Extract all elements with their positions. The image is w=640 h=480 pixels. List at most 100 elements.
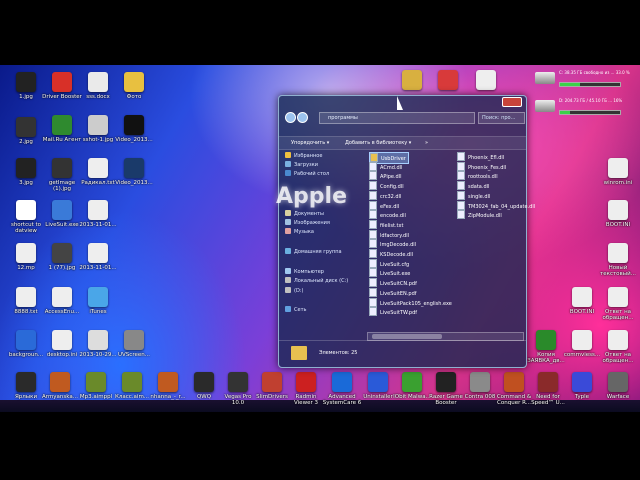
icon-label: 12.mp [17,265,35,271]
nav-item[interactable]: Рабочий стол [285,170,329,179]
file-item[interactable]: LiveSuitPack105_english.exe [369,297,452,308]
nav-item-label: (D:) [294,288,304,294]
nav-item[interactable]: Изображения [285,219,330,228]
file-item[interactable]: sdata.dll [457,181,489,191]
file-item[interactable]: crc32.dll [369,190,401,201]
icon-commview[interactable]: commviess... [562,330,602,358]
icon-uvscreen[interactable]: UVScreen... [114,330,154,358]
icon-contra-icon [470,372,490,392]
icon-2013-10-29[interactable]: 2013-10-29... [78,330,118,358]
nav-item[interactable]: Избранное [285,152,322,161]
jpg-file-3[interactable]: 3.jpg [6,158,46,186]
nav-item[interactable]: (D:) [285,287,303,296]
file-item[interactable]: ZipModule.dll [457,210,502,220]
nav-item[interactable]: Загрузки [285,161,318,170]
icon-advanced-systemcare[interactable]: Advanced SystemCare 6 [322,372,362,406]
background-folder[interactable]: backgroun... [6,330,46,358]
file-item[interactable]: roottools.dll [457,171,498,181]
icon-boot-ini-right-icon [608,200,628,220]
file-item[interactable]: LiveSuitEN.pdf [369,287,417,298]
icon-top-1[interactable] [392,70,432,92]
nav-item[interactable]: Сеть [285,306,306,315]
icon-boot-ini-2[interactable]: BOOT.INI [562,287,602,315]
icon-2013-11-01-a[interactable]: 2013-11-01... [78,200,118,228]
jpg-file-1[interactable]: 1.jpg [6,72,46,100]
shortcut-datview-icon [16,200,36,220]
icon-warface[interactable]: Warface [598,372,638,400]
icon-nhanna[interactable]: nhanna_-_r... [148,372,188,400]
address-bar[interactable]: программы [319,112,475,124]
icon-top-3-icon [476,70,496,90]
search-input[interactable]: Поиск: про... [478,112,525,124]
file-item[interactable]: LiveSuit.exe [369,268,410,278]
icon-boot-ini-right[interactable]: BOOT.INI [598,200,638,228]
icon-2013-11-01-b[interactable]: 2013-11-01... [78,243,118,271]
file-name: KSDecode.dll [380,252,413,258]
file-item[interactable]: LiveSuitTW.pdf [369,307,417,317]
icon-radmin[interactable]: Radmin Viewer 3 [286,372,326,406]
file-item[interactable]: LiveSuitCN.pdf [369,278,417,288]
icon-sshot[interactable]: sshot-1.jpg [78,115,118,143]
file-item[interactable]: Config.dll [369,181,404,191]
file-item[interactable]: Phoenix_Fes.dll [457,161,506,172]
file-item[interactable]: APipe.dll [369,171,402,181]
icon-accessenu[interactable]: AccessEnu... [42,287,82,315]
file-item[interactable]: LiveSuit.cfg [369,258,409,269]
file-item[interactable]: ImgDecode.dll [369,239,416,249]
drive-d[interactable]: D: 204.73 ГБ / 45.10 ГБ ... 16% [535,98,637,118]
nav-item[interactable]: Документы [285,210,324,219]
nav-item[interactable]: Музыка [285,228,314,237]
nav-item[interactable]: Локальный диск (C:) [285,277,348,286]
more-commands-button[interactable]: » [425,139,428,147]
file-item[interactable]: TM3024_fab_04_update.dll [457,200,535,211]
forward-button[interactable] [297,112,308,123]
icon-kopiya[interactable]: Копия ЗАЯВКА_дв... [526,330,566,364]
file-item[interactable]: filelist.txt [369,219,403,230]
icon-sss-docx[interactable]: sss.docx [78,72,118,100]
icon-label: Новый текстовый... [600,265,636,277]
icon-advanced-systemcare-icon [332,372,352,392]
icon-video-2013-b[interactable]: Video_2013... [114,158,154,186]
icon-typle[interactable]: Typle [562,372,602,400]
icon-armyanska[interactable]: Armyanska... [40,372,80,400]
icon-getimage[interactable]: getImage (1).jpg [42,158,82,192]
file-item[interactable]: eFex.dll [369,200,399,211]
icon-video-2013-a[interactable]: Video_2013... [114,115,154,143]
icon-jpg-1-77[interactable]: 1 (77).jpg [42,243,82,271]
nav-item-icon [285,287,291,293]
mp-file-12[interactable]: 12.mp [6,243,46,271]
icon-driver-booster[interactable]: Driver Booster [42,72,82,100]
file-icon [369,171,377,181]
icon-livesuit[interactable]: LiveSuit.exe [42,200,82,228]
close-button[interactable] [502,97,522,107]
drive-c[interactable]: C: 38.35 ГБ свободно из ... 33.0 % [535,70,637,90]
icon-top-2[interactable] [428,70,468,92]
file-item[interactable]: KSDecode.dll [369,249,413,259]
icon-foto[interactable]: Фото [114,72,154,100]
icon-otvet-1[interactable]: Ответ на обращен... [598,287,638,321]
icon-top-3[interactable] [466,70,506,92]
nav-item[interactable]: Домашняя группа [285,248,342,257]
file-item[interactable]: Phoenix_Efl.dll [457,152,504,162]
icon-radical[interactable]: Радикал.txt [78,158,118,186]
icon-mp3-aimppl[interactable]: Mp3.aimppl [76,372,116,400]
back-button[interactable] [285,112,296,123]
file-item[interactable]: single.dll [457,190,490,201]
icon-winrom[interactable]: winrom.ini [598,158,638,186]
organize-button[interactable]: Упорядочить ▾ [291,139,329,147]
icon-desktop-ini[interactable]: desktop.ini [42,330,82,358]
icon-mailru-agent[interactable]: Mail.Ru Агент [42,115,82,143]
shortcut-datview[interactable]: shortcut to datview [6,200,46,234]
file-item[interactable]: ACmd.dll [369,161,402,172]
icon-klass-aim[interactable]: Класс.aim... [112,372,152,400]
txt-file-8888[interactable]: 8888.txt [6,287,46,315]
icon-novyi[interactable]: Новый текстовый... [598,243,638,277]
nav-item[interactable]: Компьютер [285,268,324,277]
scrollbar-thumb[interactable] [372,334,442,339]
icon-itunes[interactable]: iTunes [78,287,118,315]
add-to-library-button[interactable]: Добавить в библиотеку ▾ [345,139,411,147]
file-item[interactable]: ldfactory.dll [369,229,409,240]
icon-otvet-2[interactable]: Ответ на обращен... [598,330,638,364]
jpg-file-2[interactable]: 2.jpg [6,117,46,145]
file-item[interactable]: encode.dll [369,210,406,220]
